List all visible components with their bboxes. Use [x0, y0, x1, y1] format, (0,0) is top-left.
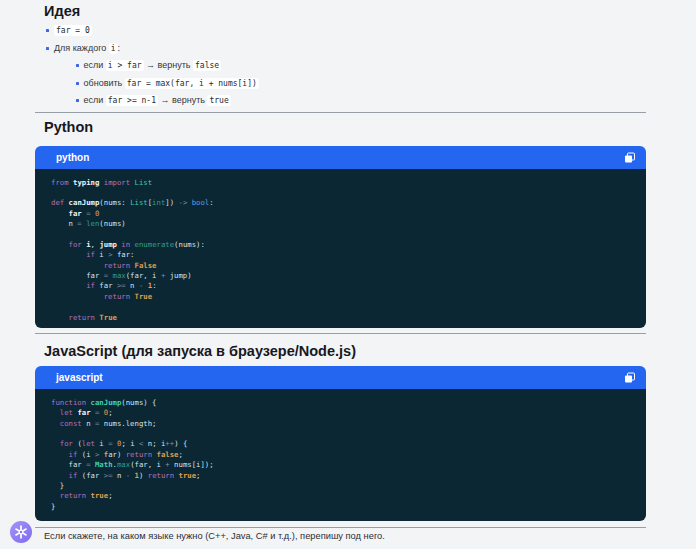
list-text: → вернуть [144, 60, 193, 70]
divider [35, 112, 646, 113]
copy-icon [624, 372, 636, 384]
list-text: → вернуть [158, 95, 207, 105]
idea-heading: Идея [35, 2, 646, 21]
language-label: python [56, 152, 89, 163]
python-code-block: python from typing import List def canJu… [35, 146, 646, 328]
list-text: : [118, 43, 121, 53]
copy-icon [624, 152, 636, 164]
footer-note: Если скажете, на каком языке нужно (C++,… [35, 530, 646, 543]
list-text: если [84, 60, 106, 70]
idea-list: far = 0Для каждого i:если i > far → верн… [35, 22, 646, 110]
list-item: если i > far → вернуть false [35, 57, 646, 75]
list-item: far = 0 [35, 22, 646, 40]
inline-code: i [109, 43, 118, 54]
list-text: обновить [84, 78, 125, 88]
divider [35, 527, 646, 528]
code-header: python [35, 146, 646, 169]
inline-code: far = max(far, i + nums[i]) [125, 78, 259, 89]
code-header: javascript [35, 366, 646, 389]
copy-button[interactable] [622, 370, 638, 386]
inline-code: true [207, 95, 230, 106]
list-item: Для каждого i: [35, 40, 646, 58]
inline-code: far = 0 [54, 25, 92, 36]
copy-button[interactable] [622, 150, 638, 166]
list-item: если far >= n-1 → вернуть true [35, 92, 646, 110]
javascript-heading: JavaScript (для запуска в браузере/Node.… [35, 342, 646, 361]
python-code: from typing import List def canJump(nums… [35, 169, 646, 328]
openai-logo-icon [13, 524, 29, 540]
inline-code: false [193, 60, 221, 71]
list-item: обновить far = max(far, i + nums[i]) [35, 75, 646, 93]
assistant-avatar [10, 521, 32, 543]
language-label: javascript [56, 372, 103, 383]
list-text: Для каждого [54, 43, 109, 53]
javascript-code-block: javascript function canJump(nums) { let … [35, 366, 646, 521]
divider [35, 333, 646, 334]
inline-code: far >= n-1 [106, 95, 158, 106]
inline-code: i > far [106, 60, 144, 71]
list-text: если [84, 95, 106, 105]
python-heading: Python [35, 118, 646, 137]
assistant-message: Идея far = 0Для каждого i:если i > far →… [35, 0, 646, 549]
javascript-code: function canJump(nums) { let far = 0; co… [35, 389, 646, 521]
